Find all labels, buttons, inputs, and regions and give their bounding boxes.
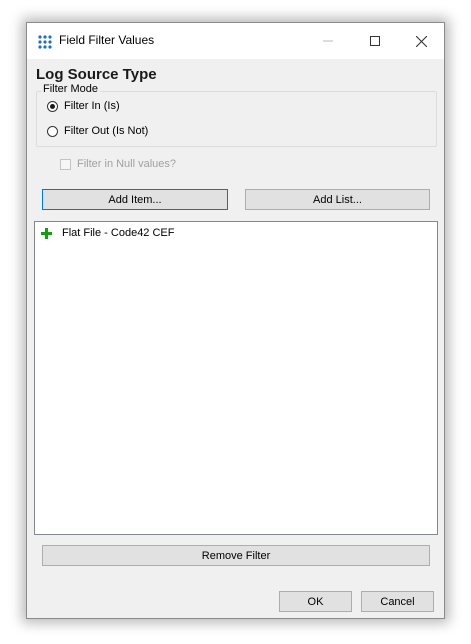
values-listbox[interactable]: Flat File - Code42 CEF bbox=[34, 221, 438, 535]
filter-mode-legend: Filter Mode bbox=[41, 83, 101, 95]
cancel-button[interactable]: Cancel bbox=[361, 591, 434, 612]
null-values-label: Filter in Null values? bbox=[77, 158, 177, 170]
ok-button[interactable]: OK bbox=[279, 591, 352, 612]
field-name-heading: Log Source Type bbox=[36, 66, 157, 83]
filter-out-radio[interactable]: Filter Out (Is Not) bbox=[47, 125, 148, 137]
filter-mode-group: Filter Mode Filter In (Is) Filter Out (I… bbox=[36, 83, 437, 147]
list-item-label: Flat File - Code42 CEF bbox=[62, 227, 175, 239]
checkbox-icon bbox=[60, 158, 71, 170]
window-title: Field Filter Values bbox=[59, 33, 155, 47]
dialog-window: Field Filter Values Log Source Type Filt… bbox=[26, 22, 445, 619]
minimize-button[interactable] bbox=[305, 23, 351, 59]
maximize-icon bbox=[370, 36, 380, 46]
add-item-button[interactable]: Add Item... bbox=[42, 189, 228, 210]
radio-unchecked-icon bbox=[47, 125, 58, 137]
remove-filter-button[interactable]: Remove Filter bbox=[42, 545, 430, 566]
plus-icon bbox=[41, 227, 52, 239]
filter-in-radio[interactable]: Filter In (Is) bbox=[47, 100, 120, 112]
filter-out-label: Filter Out (Is Not) bbox=[64, 125, 149, 137]
close-icon bbox=[415, 35, 427, 47]
null-values-checkbox[interactable]: Filter in Null values? bbox=[60, 158, 176, 170]
maximize-button[interactable] bbox=[352, 23, 398, 59]
app-dots-icon bbox=[38, 35, 52, 49]
radio-checked-icon bbox=[47, 100, 58, 112]
close-button[interactable] bbox=[398, 23, 444, 59]
filter-in-label: Filter In (Is) bbox=[64, 100, 120, 112]
minimize-icon bbox=[323, 40, 333, 42]
add-list-button[interactable]: Add List... bbox=[245, 189, 430, 210]
list-item[interactable]: Flat File - Code42 CEF bbox=[41, 227, 174, 239]
title-bar: Field Filter Values bbox=[27, 23, 444, 59]
